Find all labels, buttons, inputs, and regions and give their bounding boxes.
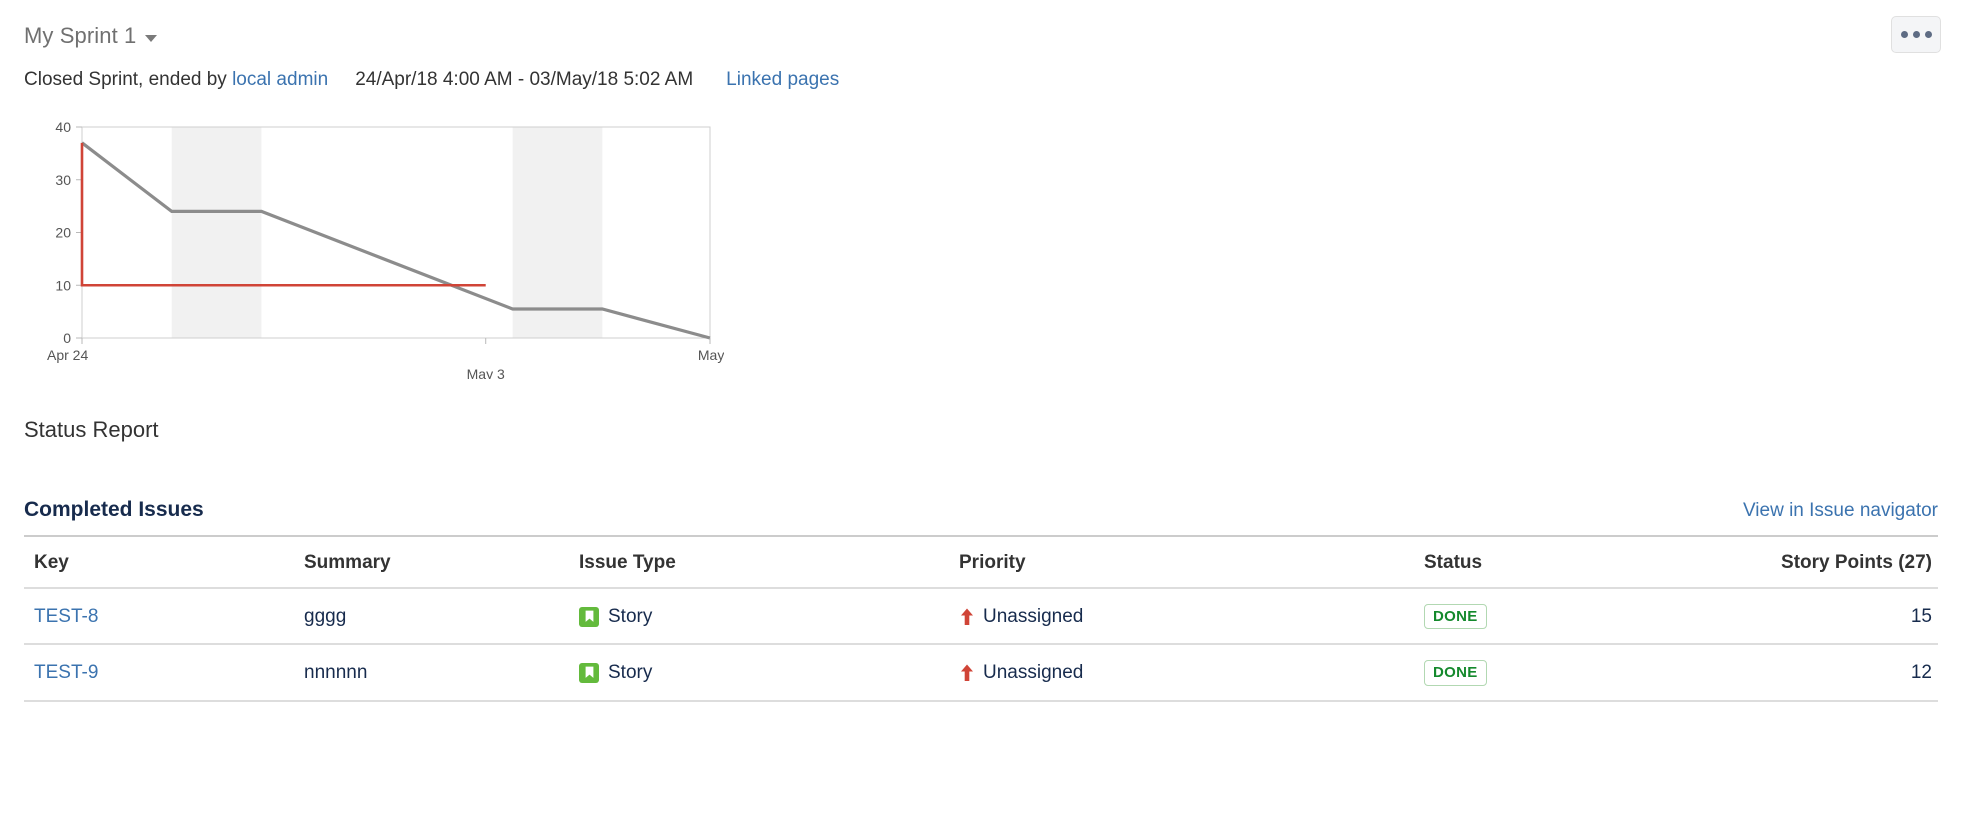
cell-issue-type: Story bbox=[569, 644, 949, 700]
cell-summary: nnnnnn bbox=[294, 644, 569, 700]
cell-priority: Unassigned bbox=[949, 644, 1414, 700]
chart-y-axis-ticks: 0 10 20 30 40 bbox=[55, 119, 82, 346]
issue-key-link[interactable]: TEST-8 bbox=[34, 606, 98, 627]
sprint-selector[interactable]: My Sprint 1 bbox=[24, 22, 1938, 50]
column-header-key[interactable]: Key bbox=[24, 536, 294, 588]
table-header: Key Summary Issue Type Priority Status S… bbox=[24, 536, 1938, 588]
table-header-row: Key Summary Issue Type Priority Status S… bbox=[24, 536, 1938, 588]
sprint-report-page: My Sprint 1 Closed Sprint, ended by loca… bbox=[0, 0, 1962, 832]
table-row: TEST-8 gggg Story Unassigned DONE 15 bbox=[24, 588, 1938, 644]
sprint-status-text: Closed Sprint, ended by bbox=[24, 69, 232, 91]
view-in-issue-navigator-link[interactable]: View in Issue navigator bbox=[1743, 500, 1938, 522]
ellipsis-icon bbox=[1901, 31, 1908, 38]
column-header-summary[interactable]: Summary bbox=[294, 536, 569, 588]
issue-key-link[interactable]: TEST-9 bbox=[34, 662, 98, 683]
burndown-chart: 0 10 20 30 40 Apr 24 May 3 May 8 bbox=[24, 109, 724, 379]
cell-summary: gggg bbox=[294, 588, 569, 644]
table-body: TEST-8 gggg Story Unassigned DONE 15 TEST-9 nnn… bbox=[24, 588, 1938, 701]
completed-issues-header: Completed Issues View in Issue navigator bbox=[24, 498, 1938, 535]
column-header-story-points[interactable]: Story Points (27) bbox=[1679, 536, 1938, 588]
more-actions-button[interactable] bbox=[1891, 16, 1941, 53]
issue-type-cell: Story bbox=[579, 606, 943, 628]
table-row: TEST-9 nnnnnn Story Unassigned DONE 12 bbox=[24, 644, 1938, 700]
cell-story-points: 12 bbox=[1679, 644, 1938, 700]
linked-pages-link[interactable]: Linked pages bbox=[726, 69, 839, 91]
status-report-heading: Status Report bbox=[24, 417, 1962, 443]
burndown-chart-svg: 0 10 20 30 40 Apr 24 May 3 May 8 bbox=[24, 109, 724, 379]
chart-nonworking-bands bbox=[172, 127, 603, 338]
page-header: My Sprint 1 Closed Sprint, ended by loca… bbox=[0, 0, 1962, 91]
story-icon bbox=[579, 663, 599, 683]
ellipsis-icon bbox=[1925, 31, 1932, 38]
completed-issues-section: Completed Issues View in Issue navigator… bbox=[24, 498, 1938, 702]
cell-status: DONE bbox=[1414, 644, 1679, 700]
cell-priority: Unassigned bbox=[949, 588, 1414, 644]
ended-by-user-link[interactable]: local admin bbox=[232, 69, 328, 91]
issue-type-label: Story bbox=[608, 606, 652, 628]
column-header-priority[interactable]: Priority bbox=[949, 536, 1414, 588]
column-header-status[interactable]: Status bbox=[1414, 536, 1679, 588]
priority-label: Unassigned bbox=[983, 606, 1083, 628]
issue-type-label: Story bbox=[608, 662, 652, 684]
priority-cell: Unassigned bbox=[959, 606, 1408, 628]
y-axis-tick-label: 20 bbox=[55, 225, 71, 241]
completed-issues-title: Completed Issues bbox=[24, 498, 204, 522]
issue-type-cell: Story bbox=[579, 662, 943, 684]
status-badge: DONE bbox=[1424, 660, 1487, 685]
x-axis-tick-label: May 8 bbox=[698, 347, 724, 363]
priority-up-arrow-icon bbox=[959, 663, 975, 683]
x-axis-tick-label: Apr 24 bbox=[47, 347, 88, 363]
ellipsis-icon bbox=[1913, 31, 1920, 38]
chevron-down-icon[interactable] bbox=[145, 35, 157, 42]
priority-cell: Unassigned bbox=[959, 662, 1408, 684]
column-header-issue-type[interactable]: Issue Type bbox=[569, 536, 949, 588]
chart-x-axis-labels: Apr 24 May 3 May 8 bbox=[47, 338, 724, 379]
nonworking-day-band bbox=[513, 127, 603, 338]
sprint-date-range: 24/Apr/18 4:00 AM - 03/May/18 5:02 AM bbox=[355, 69, 693, 91]
y-axis-tick-label: 0 bbox=[63, 330, 71, 346]
priority-up-arrow-icon bbox=[959, 607, 975, 627]
cell-issue-type: Story bbox=[569, 588, 949, 644]
cell-key: TEST-8 bbox=[24, 588, 294, 644]
y-axis-tick-label: 30 bbox=[55, 172, 71, 188]
cell-key: TEST-9 bbox=[24, 644, 294, 700]
cell-status: DONE bbox=[1414, 588, 1679, 644]
status-badge: DONE bbox=[1424, 604, 1487, 629]
y-axis-tick-label: 40 bbox=[55, 119, 71, 135]
story-icon bbox=[579, 607, 599, 627]
y-axis-tick-label: 10 bbox=[55, 277, 71, 293]
completed-issues-table: Key Summary Issue Type Priority Status S… bbox=[24, 535, 1938, 702]
cell-story-points: 15 bbox=[1679, 588, 1938, 644]
page-title: My Sprint 1 bbox=[24, 23, 136, 49]
chart-line-guideline bbox=[82, 143, 486, 285]
nonworking-day-band bbox=[172, 127, 262, 338]
priority-label: Unassigned bbox=[983, 662, 1083, 684]
x-axis-tick-label: May 3 bbox=[467, 366, 505, 379]
sprint-meta: Closed Sprint, ended by local admin 24/A… bbox=[24, 69, 1938, 91]
